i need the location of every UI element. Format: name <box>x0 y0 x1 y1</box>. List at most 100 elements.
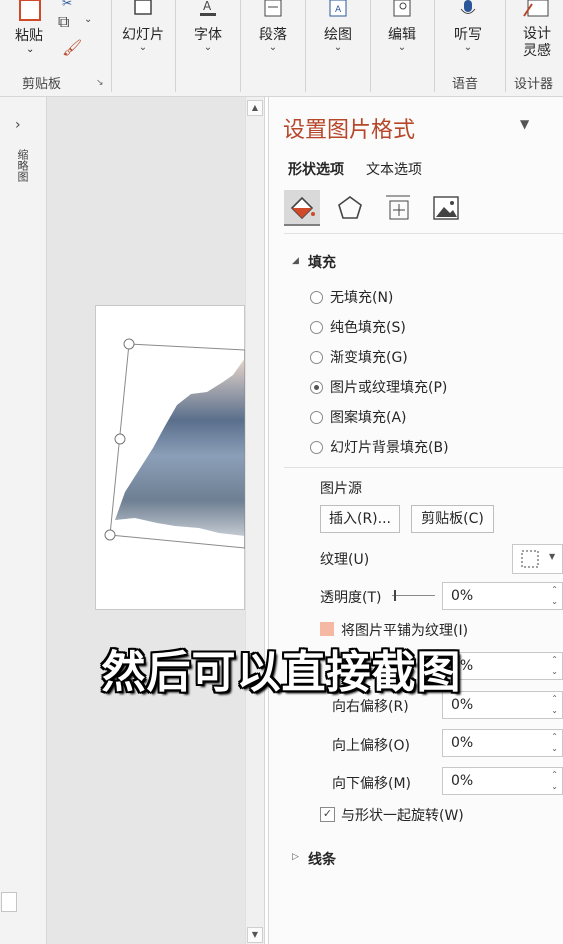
radio-label: 图案填充(A) <box>330 410 407 426</box>
design-ideas-icon <box>523 0 549 17</box>
radio-button[interactable] <box>310 350 323 364</box>
radio-pattern-fill[interactable]: 图案填充(A) <box>310 407 407 427</box>
radio-label: 渐变填充(G) <box>330 350 408 366</box>
picture-icon[interactable] <box>432 194 460 222</box>
line-section-expand-icon[interactable]: ▷ <box>292 852 299 862</box>
transparency-slider-thumb[interactable] <box>394 590 396 601</box>
spin-down-icon[interactable]: ⌄ <box>551 744 558 753</box>
radio-label: 图片或纹理填充(P) <box>330 380 448 396</box>
spinner-value: 0% <box>451 773 474 789</box>
radio-button[interactable] <box>310 320 323 334</box>
offset-bottom-label: 向下偏移(M) <box>332 776 412 792</box>
dictate-button[interactable]: 听写 ⌄ <box>440 0 496 60</box>
font-button[interactable]: A 字体 ⌄ <box>180 0 236 60</box>
fill-section-header[interactable]: 填充 <box>308 252 336 272</box>
clipboard-group-label: 剪贴板 <box>22 77 62 92</box>
spin-down-icon[interactable]: ⌄ <box>551 782 558 791</box>
radio-button-selected[interactable] <box>310 380 323 394</box>
chevron-down-icon: ⌄ <box>138 42 148 53</box>
radio-slide-background-fill[interactable]: 幻灯片背景填充(B) <box>310 437 449 457</box>
spinner-value: 0% <box>451 588 474 604</box>
tab-text-options[interactable]: 文本选项 <box>366 159 422 179</box>
selected-picture[interactable] <box>95 330 245 560</box>
chevron-down-icon: ⌄ <box>397 42 407 53</box>
pane-title: 设置图片格式 <box>283 118 416 143</box>
clipboard-button[interactable]: 剪贴板(C) <box>411 505 494 533</box>
slides-button[interactable]: 幻灯片 ⌄ <box>115 0 171 60</box>
resize-handle[interactable] <box>123 338 135 350</box>
drawing-icon: A <box>329 0 347 17</box>
texture-swatch-icon <box>521 550 539 568</box>
radio-button[interactable] <box>310 440 323 454</box>
voice-group-label: 语音 <box>452 77 479 92</box>
radio-picture-texture-fill[interactable]: 图片或纹理填充(P) <box>310 377 447 397</box>
font-icon: A <box>200 0 216 16</box>
spin-down-icon[interactable]: ⌄ <box>551 597 558 606</box>
transparency-spinner[interactable]: 0% ⌃ ⌄ <box>442 582 563 610</box>
drawing-button[interactable]: A 绘图 ⌄ <box>310 0 366 60</box>
spin-down-icon[interactable]: ⌄ <box>551 706 558 715</box>
design-ideas-button[interactable]: 设计 灵感 <box>508 0 563 60</box>
dialog-launcher-icon[interactable]: ↘ <box>96 78 104 88</box>
svg-text:A: A <box>335 5 342 15</box>
vertical-scrollbar[interactable]: ▲ ▼ <box>245 97 265 944</box>
paragraph-icon <box>264 0 282 17</box>
ribbon: 粘贴 ⌄ ✂ ⧉ ⌄ 🖌 剪贴板 ↘ 幻灯片 ⌄ A 字体 ⌄ 段落 ⌄ A 绘… <box>0 0 563 97</box>
offset-bottom-spinner[interactable]: 0% ⌃ ⌄ <box>442 767 563 795</box>
spin-up-icon[interactable]: ⌃ <box>551 732 558 741</box>
rotate-with-shape-checkbox[interactable]: ✓ <box>320 807 335 822</box>
brush-stroke-image <box>115 358 245 536</box>
dictate-label: 听写 <box>454 27 482 43</box>
scroll-up-icon[interactable]: ▲ <box>247 100 263 116</box>
chevron-down-icon: ⌄ <box>333 42 343 53</box>
pentagon-effects-icon[interactable] <box>336 194 364 222</box>
texture-label: 纹理(U) <box>320 552 370 568</box>
microphone-icon <box>460 0 476 14</box>
copy-icon[interactable]: ⧉ <box>58 12 69 32</box>
drawing-label: 绘图 <box>324 27 352 43</box>
radio-solid-fill[interactable]: 纯色填充(S) <box>310 317 406 337</box>
thumbnails-label[interactable]: 缩略图 <box>14 149 30 182</box>
picture-source-label: 图片源 <box>320 481 362 497</box>
resize-handle[interactable] <box>114 433 126 445</box>
slides-label: 幻灯片 <box>122 27 164 43</box>
offset-top-spinner[interactable]: 0% ⌃ ⌄ <box>442 729 563 757</box>
format-painter-icon[interactable]: 🖌 <box>62 38 82 57</box>
cut-icon[interactable]: ✂ <box>62 0 72 10</box>
radio-no-fill[interactable]: 无填充(N) <box>310 287 393 307</box>
radio-button[interactable] <box>310 290 323 304</box>
paste-label: 粘贴 <box>15 28 43 44</box>
spinner-value: 0% <box>451 735 474 751</box>
line-section-header[interactable]: 线条 <box>308 849 336 869</box>
radio-gradient-fill[interactable]: 渐变填充(G) <box>310 347 408 367</box>
fill-line-tab[interactable] <box>284 190 320 226</box>
fill-section-collapse-icon[interactable]: ◢ <box>292 256 299 266</box>
radio-label: 幻灯片背景填充(B) <box>330 440 449 456</box>
texture-dropdown[interactable]: ▼ <box>512 544 563 574</box>
scrollbar-thumb[interactable] <box>1 892 17 912</box>
tile-checkbox[interactable] <box>320 622 334 636</box>
paste-button[interactable]: 粘贴 ⌄ <box>10 0 52 62</box>
svg-text:A: A <box>203 0 212 13</box>
transparency-slider[interactable] <box>392 595 435 596</box>
insert-button[interactable]: 插入(R)... <box>320 505 400 533</box>
pane-options-chevron-icon[interactable]: ▼ <box>520 117 529 131</box>
tab-shape-options[interactable]: 形状选项 <box>288 159 344 179</box>
transparency-label: 透明度(T) <box>320 590 382 606</box>
video-subtitle: 然后可以直接截图 <box>101 647 462 698</box>
paste-chevron-icon[interactable]: ⌄ <box>26 44 34 55</box>
spin-up-icon[interactable]: ⌃ <box>551 770 558 779</box>
size-properties-icon[interactable] <box>384 194 412 222</box>
paste-icon <box>19 0 41 21</box>
expand-chevron-icon[interactable]: › <box>15 117 21 133</box>
editing-button[interactable]: 编辑 ⌄ <box>374 0 430 60</box>
paragraph-button[interactable]: 段落 ⌄ <box>245 0 301 60</box>
spin-up-icon[interactable]: ⌃ <box>551 585 558 594</box>
copy-chevron-icon[interactable]: ⌄ <box>84 14 92 25</box>
paragraph-label: 段落 <box>259 27 287 43</box>
rotate-with-shape-label: 与形状一起旋转(W) <box>341 808 464 824</box>
paint-bucket-icon <box>290 196 315 220</box>
scroll-down-icon[interactable]: ▼ <box>247 927 263 943</box>
radio-button[interactable] <box>310 410 323 424</box>
resize-handle[interactable] <box>104 529 116 541</box>
